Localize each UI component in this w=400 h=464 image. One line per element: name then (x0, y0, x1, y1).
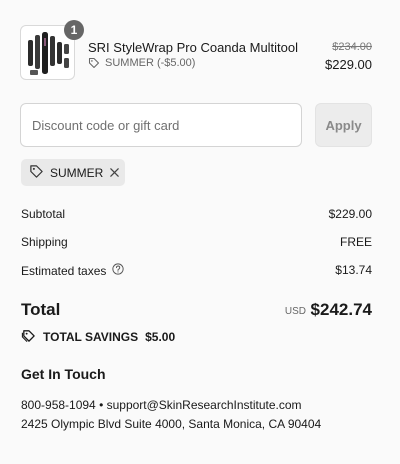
savings-value: $5.00 (145, 330, 176, 344)
taxes-value: $13.74 (335, 263, 372, 277)
help-icon[interactable] (112, 263, 124, 278)
apply-button[interactable]: Apply (315, 103, 372, 147)
taxes-label: Estimated taxes (21, 263, 107, 278)
applied-code-label: SUMMER (50, 165, 104, 180)
current-price: $229.00 (325, 57, 372, 72)
shipping-value: FREE (339, 235, 372, 249)
contact-heading: Get In Touch (21, 366, 106, 382)
total-savings: TOTAL SAVINGS $5.00 (21, 328, 175, 346)
original-price: $234.00 (332, 41, 372, 53)
shipping-label: Shipping (21, 235, 68, 249)
tag-icon (29, 164, 44, 182)
quantity-badge: 1 (64, 20, 84, 40)
product-name: SRI StyleWrap Pro Coanda Multitool (88, 40, 299, 55)
tag-icon (88, 57, 100, 69)
savings-label: TOTAL SAVINGS (43, 330, 139, 344)
discount-code-input[interactable] (20, 103, 302, 147)
contact-phone-email: 800-958-1094 • support@SkinResearchInsti… (21, 398, 302, 412)
close-icon[interactable] (109, 167, 120, 178)
product-discount-label: SUMMER (-$5.00) (105, 57, 196, 69)
total-label: Total (21, 300, 61, 319)
subtotal-value: $229.00 (328, 207, 372, 221)
applied-discount-chip: SUMMER (21, 159, 125, 186)
subtotal-label: Subtotal (21, 207, 66, 221)
product-discount: SUMMER (-$5.00) (88, 57, 195, 69)
currency-code: USD (284, 306, 306, 317)
taxes-row-label: Estimated taxes (21, 263, 124, 278)
total-value: $242.74 (310, 300, 372, 319)
savings-tag-icon (21, 328, 36, 346)
contact-address: 2425 Olympic Blvd Suite 4000, Santa Moni… (21, 417, 322, 431)
